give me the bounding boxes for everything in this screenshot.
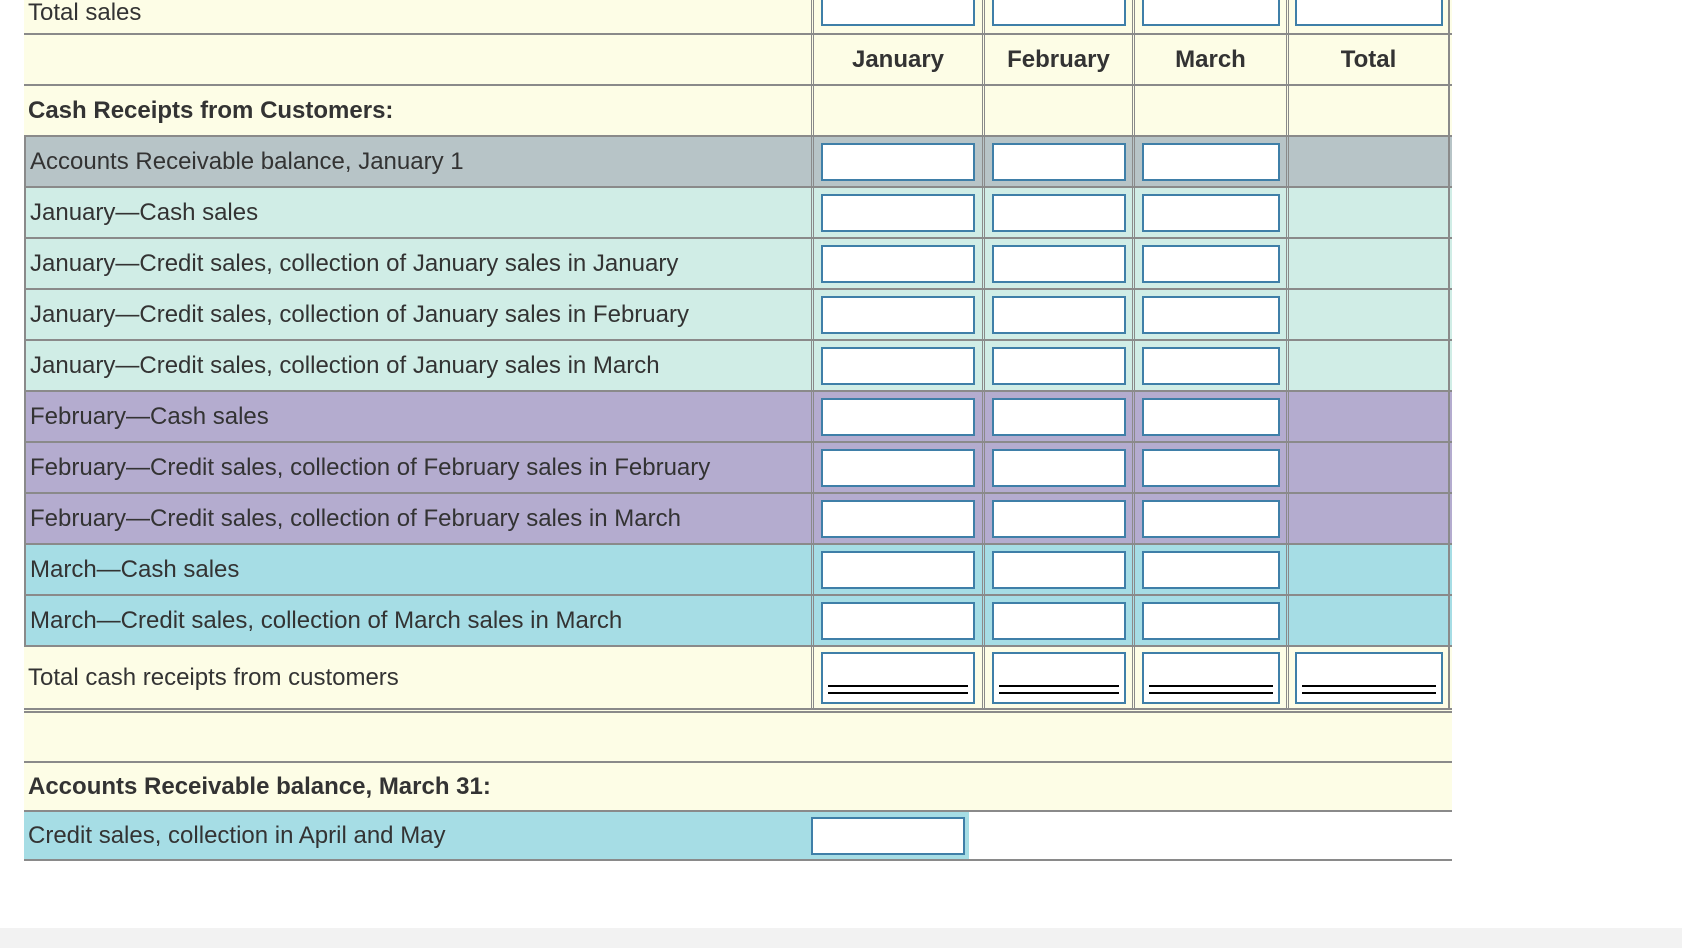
header-march: March xyxy=(1132,35,1286,84)
total-sales-february-input[interactable] xyxy=(991,0,1126,26)
total-sales-march-input[interactable] xyxy=(1141,0,1280,26)
feb-credit-feb-january-input[interactable] xyxy=(821,448,975,487)
total-receipts-total-input[interactable] xyxy=(1294,651,1443,704)
ar-jan1-january-input[interactable] xyxy=(821,142,975,181)
total-cash-receipts-row: Total cash receipts from customers xyxy=(24,647,1452,713)
feb-cash-row: February—Cash sales xyxy=(24,392,1452,443)
ar-jan1-march-input[interactable] xyxy=(1141,142,1280,181)
credit-apr-may-label: Credit sales, collection in April and Ma… xyxy=(24,812,811,859)
total-sales-row: Total sales xyxy=(24,0,1452,35)
jan-credit-feb-january-input[interactable] xyxy=(821,295,975,334)
total-cash-receipts-label: Total cash receipts from customers xyxy=(28,663,399,691)
mar-credit-mar-january-input[interactable] xyxy=(821,601,975,640)
cash-receipts-schedule: Total sales January February March Total… xyxy=(24,0,1452,861)
mar-cash-march-input[interactable] xyxy=(1141,550,1280,589)
header-february: February xyxy=(982,35,1132,84)
mar-credit-mar-march-input[interactable] xyxy=(1141,601,1280,640)
jan-credit-mar-label: January—Credit sales, collection of Janu… xyxy=(24,341,811,390)
jan-credit-jan-january-input[interactable] xyxy=(821,244,975,283)
header-january: January xyxy=(811,35,982,84)
jan-credit-mar-february-input[interactable] xyxy=(991,346,1126,385)
feb-credit-feb-february-input[interactable] xyxy=(991,448,1126,487)
feb-cash-february-input[interactable] xyxy=(991,397,1126,436)
jan-credit-feb-february-input[interactable] xyxy=(991,295,1126,334)
jan-credit-jan-february-input[interactable] xyxy=(991,244,1126,283)
mar-cash-row: March—Cash sales xyxy=(24,545,1452,596)
jan-credit-mar-january-input[interactable] xyxy=(821,346,975,385)
cash-receipts-heading-row: Cash Receipts from Customers: xyxy=(24,86,1452,137)
jan-cash-january-input[interactable] xyxy=(821,193,975,232)
mar-credit-mar-row: March—Credit sales, collection of March … xyxy=(24,596,1452,647)
credit-apr-may-input[interactable] xyxy=(811,816,965,855)
feb-cash-label: February—Cash sales xyxy=(24,392,811,441)
ar-mar31-heading: Accounts Receivable balance, March 31: xyxy=(28,772,491,800)
total-sales-total-input[interactable] xyxy=(1294,0,1443,26)
feb-credit-mar-february-input[interactable] xyxy=(991,499,1126,538)
ar-jan1-row: Accounts Receivable balance, January 1 xyxy=(24,137,1452,188)
jan-credit-mar-row: January—Credit sales, collection of Janu… xyxy=(24,341,1452,392)
column-header-row: January February March Total xyxy=(24,35,1452,86)
feb-credit-feb-march-input[interactable] xyxy=(1141,448,1280,487)
page-footer-bar xyxy=(0,928,1682,948)
jan-credit-feb-label: January—Credit sales, collection of Janu… xyxy=(24,290,811,339)
feb-credit-mar-row: February—Credit sales, collection of Feb… xyxy=(24,494,1452,545)
credit-apr-may-row: Credit sales, collection in April and Ma… xyxy=(24,812,1452,861)
feb-credit-feb-row: February—Credit sales, collection of Feb… xyxy=(24,443,1452,494)
jan-cash-row: January—Cash sales xyxy=(24,188,1452,239)
header-total: Total xyxy=(1286,35,1450,84)
jan-credit-jan-label: January—Credit sales, collection of Janu… xyxy=(24,239,811,288)
mar-cash-february-input[interactable] xyxy=(991,550,1126,589)
cash-receipts-heading: Cash Receipts from Customers: xyxy=(28,96,394,124)
feb-credit-mar-january-input[interactable] xyxy=(821,499,975,538)
jan-cash-march-input[interactable] xyxy=(1141,193,1280,232)
total-sales-label: Total sales xyxy=(28,0,142,26)
jan-credit-jan-row: January—Credit sales, collection of Janu… xyxy=(24,239,1452,290)
mar-cash-january-input[interactable] xyxy=(821,550,975,589)
feb-credit-mar-label: February—Credit sales, collection of Feb… xyxy=(24,494,811,543)
mar-credit-mar-label: March—Credit sales, collection of March … xyxy=(24,596,811,645)
jan-credit-feb-march-input[interactable] xyxy=(1141,295,1280,334)
mar-credit-mar-february-input[interactable] xyxy=(991,601,1126,640)
jan-credit-mar-march-input[interactable] xyxy=(1141,346,1280,385)
jan-cash-february-input[interactable] xyxy=(991,193,1126,232)
ar-jan1-february-input[interactable] xyxy=(991,142,1126,181)
feb-cash-march-input[interactable] xyxy=(1141,397,1280,436)
jan-cash-label: January—Cash sales xyxy=(24,188,811,237)
feb-cash-january-input[interactable] xyxy=(821,397,975,436)
jan-credit-jan-march-input[interactable] xyxy=(1141,244,1280,283)
total-receipts-february-input[interactable] xyxy=(991,651,1126,704)
total-sales-january-input[interactable] xyxy=(821,0,975,26)
total-receipts-march-input[interactable] xyxy=(1141,651,1280,704)
total-receipts-january-input[interactable] xyxy=(821,651,975,704)
mar-cash-label: March—Cash sales xyxy=(24,545,811,594)
ar-jan1-label: Accounts Receivable balance, January 1 xyxy=(24,137,811,186)
feb-credit-mar-march-input[interactable] xyxy=(1141,499,1280,538)
feb-credit-feb-label: February—Credit sales, collection of Feb… xyxy=(24,443,811,492)
spacer-row xyxy=(24,713,1452,763)
jan-credit-feb-row: January—Credit sales, collection of Janu… xyxy=(24,290,1452,341)
ar-mar31-heading-row: Accounts Receivable balance, March 31: xyxy=(24,763,1452,812)
